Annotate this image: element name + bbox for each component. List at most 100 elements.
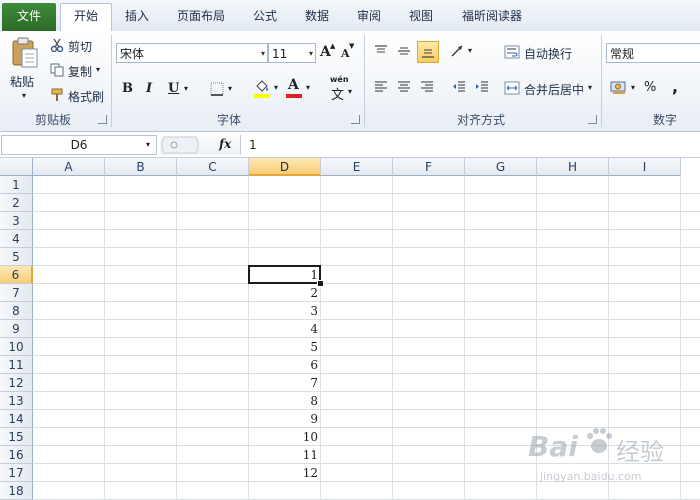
row-header-7[interactable]: 7 [0,284,33,302]
cell-d14[interactable]: 9 [249,410,321,428]
row-header-6[interactable]: 6 [0,266,33,284]
row-header-4[interactable]: 4 [0,230,33,248]
font-size-value: 11 [272,47,288,61]
underline-button[interactable]: U ▾ [168,81,196,97]
cut-button[interactable]: 剪切 [50,37,110,55]
row-header-17[interactable]: 17 [0,464,33,482]
paste-button[interactable]: 粘贴 ▾ [6,35,44,107]
tab-insert[interactable]: 插入 [114,4,160,31]
fill-color-button[interactable]: ▾ [254,79,282,99]
row-header-18[interactable]: 18 [0,482,33,500]
column-header-h[interactable]: H [537,158,609,176]
cell-d13[interactable]: 8 [249,392,321,410]
column-header-b[interactable]: B [105,158,177,176]
font-launcher-icon[interactable] [351,115,360,124]
gridline [33,337,700,338]
percent-style-button[interactable]: % [644,80,660,98]
tab-file[interactable]: 文件 [2,3,56,31]
merge-center-button[interactable]: 合并后居中 ▾ [504,79,598,97]
comma-style-button[interactable]: , [672,77,688,96]
copy-button[interactable]: 复制 ▾ [50,62,110,80]
decrease-indent-button[interactable] [452,80,468,96]
column-header-i[interactable]: I [609,158,681,176]
clipboard-launcher-icon[interactable] [98,115,107,124]
borders-button[interactable]: ▾ [210,81,238,97]
tab-review[interactable]: 审阅 [347,4,391,31]
gridline [33,265,700,266]
format-painter-button[interactable]: 格式刷 [50,87,112,105]
increase-indent-icon [476,81,488,92]
column-header-f[interactable]: F [393,158,465,176]
gridline [33,409,700,410]
row-header-11[interactable]: 11 [0,356,33,374]
formula-input[interactable]: 1 [240,135,700,155]
row-header-2[interactable]: 2 [0,194,33,212]
font-name-select[interactable]: 宋体 ▾ [116,43,268,63]
align-middle-button[interactable] [397,44,413,60]
row-header-12[interactable]: 12 [0,374,33,392]
row-header-13[interactable]: 13 [0,392,33,410]
chevron-down-icon[interactable]: ▾ [146,140,150,149]
column-header-d[interactable]: D [249,158,321,176]
tab-data[interactable]: 数据 [295,4,339,31]
cell-d9[interactable]: 4 [249,320,321,338]
cell-d7[interactable]: 2 [249,284,321,302]
align-right-button[interactable] [420,80,436,96]
group-separator [364,35,365,127]
paste-icon [12,37,38,68]
column-header-e[interactable]: E [321,158,393,176]
align-bottom-button[interactable] [417,41,439,63]
align-top-button[interactable] [374,44,390,60]
insert-function-icon[interactable]: fx [219,137,231,151]
orientation-button[interactable]: ▾ [450,44,478,60]
tab-foxit-reader[interactable]: 福昕阅读器 [452,4,532,31]
borders-icon [210,82,224,96]
cell-d15[interactable]: 10 [249,428,321,446]
tab-view[interactable]: 视图 [399,4,443,31]
cell-d17[interactable]: 12 [249,464,321,482]
font-color-button[interactable]: A ▾ [286,77,314,99]
formula-bar-resize-icon[interactable] [160,135,200,155]
row-header-3[interactable]: 3 [0,212,33,230]
align-center-button[interactable] [397,80,413,96]
grow-font-button[interactable]: A ▲ [320,42,336,62]
bold-button[interactable]: B [122,81,136,97]
active-cell-border[interactable] [248,265,321,284]
column-header-g[interactable]: G [465,158,537,176]
font-size-select[interactable]: 11 ▾ [268,43,316,63]
alignment-launcher-icon[interactable] [588,115,597,124]
align-left-button[interactable] [374,80,390,96]
phonetic-button[interactable]: wén 文 ▾ [328,75,356,103]
tab-formulas[interactable]: 公式 [243,4,287,31]
cell-d10[interactable]: 5 [249,338,321,356]
tab-home[interactable]: 开始 [60,3,112,32]
cell-d16[interactable]: 11 [249,446,321,464]
name-box-value: D6 [70,138,88,152]
row-header-14[interactable]: 14 [0,410,33,428]
alignment-group-label: 对齐方式 [456,113,505,127]
accounting-format-button[interactable]: ▾ [610,79,638,97]
italic-button[interactable]: I [146,81,160,97]
wrap-text-button[interactable]: 自动换行 [504,43,594,61]
percent-icon: % [644,80,657,95]
name-box[interactable]: D6 [1,135,157,155]
row-header-9[interactable]: 9 [0,320,33,338]
cell-d11[interactable]: 6 [249,356,321,374]
select-all-corner[interactable] [0,158,33,176]
cell-d12[interactable]: 7 [249,374,321,392]
row-header-10[interactable]: 10 [0,338,33,356]
merge-center-icon [504,81,520,95]
cell-d8[interactable]: 3 [249,302,321,320]
fill-handle[interactable] [317,280,324,287]
shrink-font-button[interactable]: A ▼ [341,42,357,64]
column-header-c[interactable]: C [177,158,249,176]
row-header-15[interactable]: 15 [0,428,33,446]
row-header-5[interactable]: 5 [0,248,33,266]
tab-page-layout[interactable]: 页面布局 [168,4,234,31]
column-header-a[interactable]: A [33,158,105,176]
row-header-8[interactable]: 8 [0,302,33,320]
row-header-16[interactable]: 16 [0,446,33,464]
row-header-1[interactable]: 1 [0,176,33,194]
increase-indent-button[interactable] [475,80,491,96]
number-format-select[interactable]: 常规 [606,43,700,63]
